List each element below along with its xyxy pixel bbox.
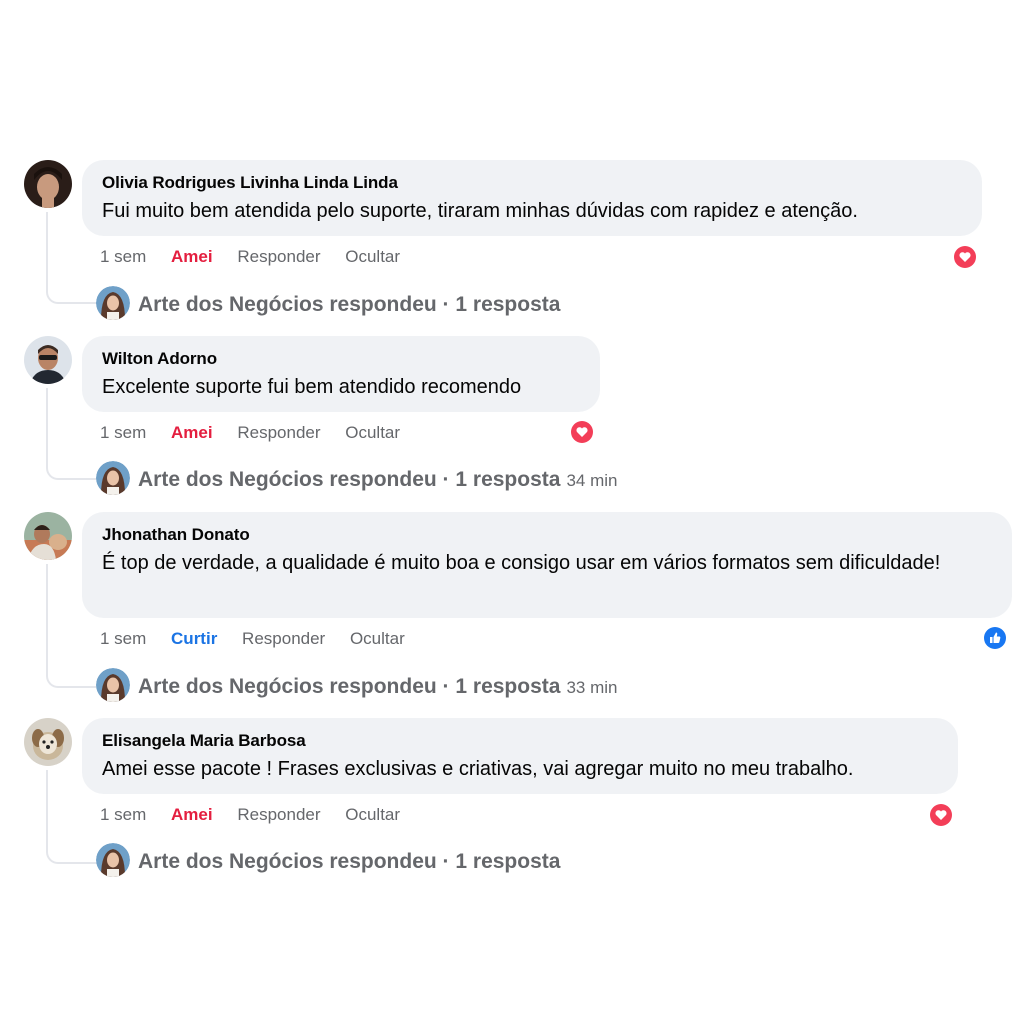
comment-author[interactable]: Wilton Adorno (102, 348, 580, 370)
comment-text: Amei esse pacote ! Frases exclusivas e c… (102, 758, 854, 780)
reply-button[interactable]: Responder (237, 423, 320, 442)
comment-time[interactable]: 1 sem (100, 629, 146, 648)
comment-time[interactable]: 1 sem (100, 805, 146, 824)
comment-bubble: Olivia Rodrigues Livinha Linda Linda Fui… (82, 160, 982, 236)
reaction-button[interactable]: Amei (171, 423, 213, 442)
comment-actions: 1 sem Amei Responder Ocultar (100, 422, 420, 444)
reply-button[interactable]: Responder (237, 805, 320, 824)
replies-summary[interactable]: Arte dos Negócios respondeu · 1 resposta (138, 675, 560, 698)
comment-author[interactable]: Jhonathan Donato (102, 524, 992, 546)
heart-icon[interactable] (952, 244, 978, 270)
replies-summary[interactable]: Arte dos Negócios respondeu · 1 resposta (138, 468, 560, 491)
replies-link[interactable]: Arte dos Negócios respondeu · 1 resposta… (96, 461, 618, 498)
page-avatar (96, 286, 130, 321)
page-avatar (96, 668, 130, 703)
page-avatar (96, 843, 130, 878)
comment-actions: 1 sem Amei Responder Ocultar (100, 246, 420, 268)
hide-button[interactable]: Ocultar (345, 805, 400, 824)
avatar[interactable] (24, 336, 72, 384)
replies-summary[interactable]: Arte dos Negócios respondeu · 1 resposta (138, 293, 560, 316)
comment-text: É top de verdade, a qualidade é muito bo… (102, 552, 941, 574)
hide-button[interactable]: Ocultar (345, 423, 400, 442)
like-icon[interactable] (982, 625, 1008, 651)
replies-summary[interactable]: Arte dos Negócios respondeu · 1 resposta (138, 850, 560, 873)
reaction-button[interactable]: Curtir (171, 629, 217, 648)
heart-icon[interactable] (928, 802, 954, 828)
avatar[interactable] (24, 160, 72, 208)
reply-button[interactable]: Responder (242, 629, 325, 648)
comment-text: Fui muito bem atendida pelo suporte, tir… (102, 200, 858, 222)
comment-text: Excelente suporte fui bem atendido recom… (102, 376, 522, 398)
replies-link[interactable]: Arte dos Negócios respondeu · 1 resposta (96, 286, 566, 323)
comment-actions: 1 sem Curtir Responder Ocultar (100, 628, 425, 650)
hide-button[interactable]: Ocultar (350, 629, 405, 648)
comment-time[interactable]: 1 sem (100, 247, 146, 266)
hide-button[interactable]: Ocultar (345, 247, 400, 266)
comment-time[interactable]: 1 sem (100, 423, 146, 442)
comment-author[interactable]: Elisangela Maria Barbosa (102, 730, 938, 752)
replies-link[interactable]: Arte dos Negócios respondeu · 1 resposta (96, 843, 566, 880)
reaction-button[interactable]: Amei (171, 247, 213, 266)
reaction-button[interactable]: Amei (171, 805, 213, 824)
reply-time: 34 min (566, 471, 618, 490)
comment-bubble: Wilton Adorno Excelente suporte fui bem … (82, 336, 600, 412)
comment-bubble: Jhonathan Donato É top de verdade, a qua… (82, 512, 1012, 618)
comment-actions: 1 sem Amei Responder Ocultar (100, 804, 420, 826)
reply-button[interactable]: Responder (237, 247, 320, 266)
comment-bubble: Elisangela Maria Barbosa Amei esse pacot… (82, 718, 958, 794)
comment-author[interactable]: Olivia Rodrigues Livinha Linda Linda (102, 172, 962, 194)
avatar[interactable] (24, 512, 72, 560)
heart-icon[interactable] (569, 419, 595, 445)
reply-time: 33 min (566, 678, 618, 697)
avatar[interactable] (24, 718, 72, 766)
page-avatar (96, 461, 130, 496)
replies-link[interactable]: Arte dos Negócios respondeu · 1 resposta… (96, 668, 618, 705)
